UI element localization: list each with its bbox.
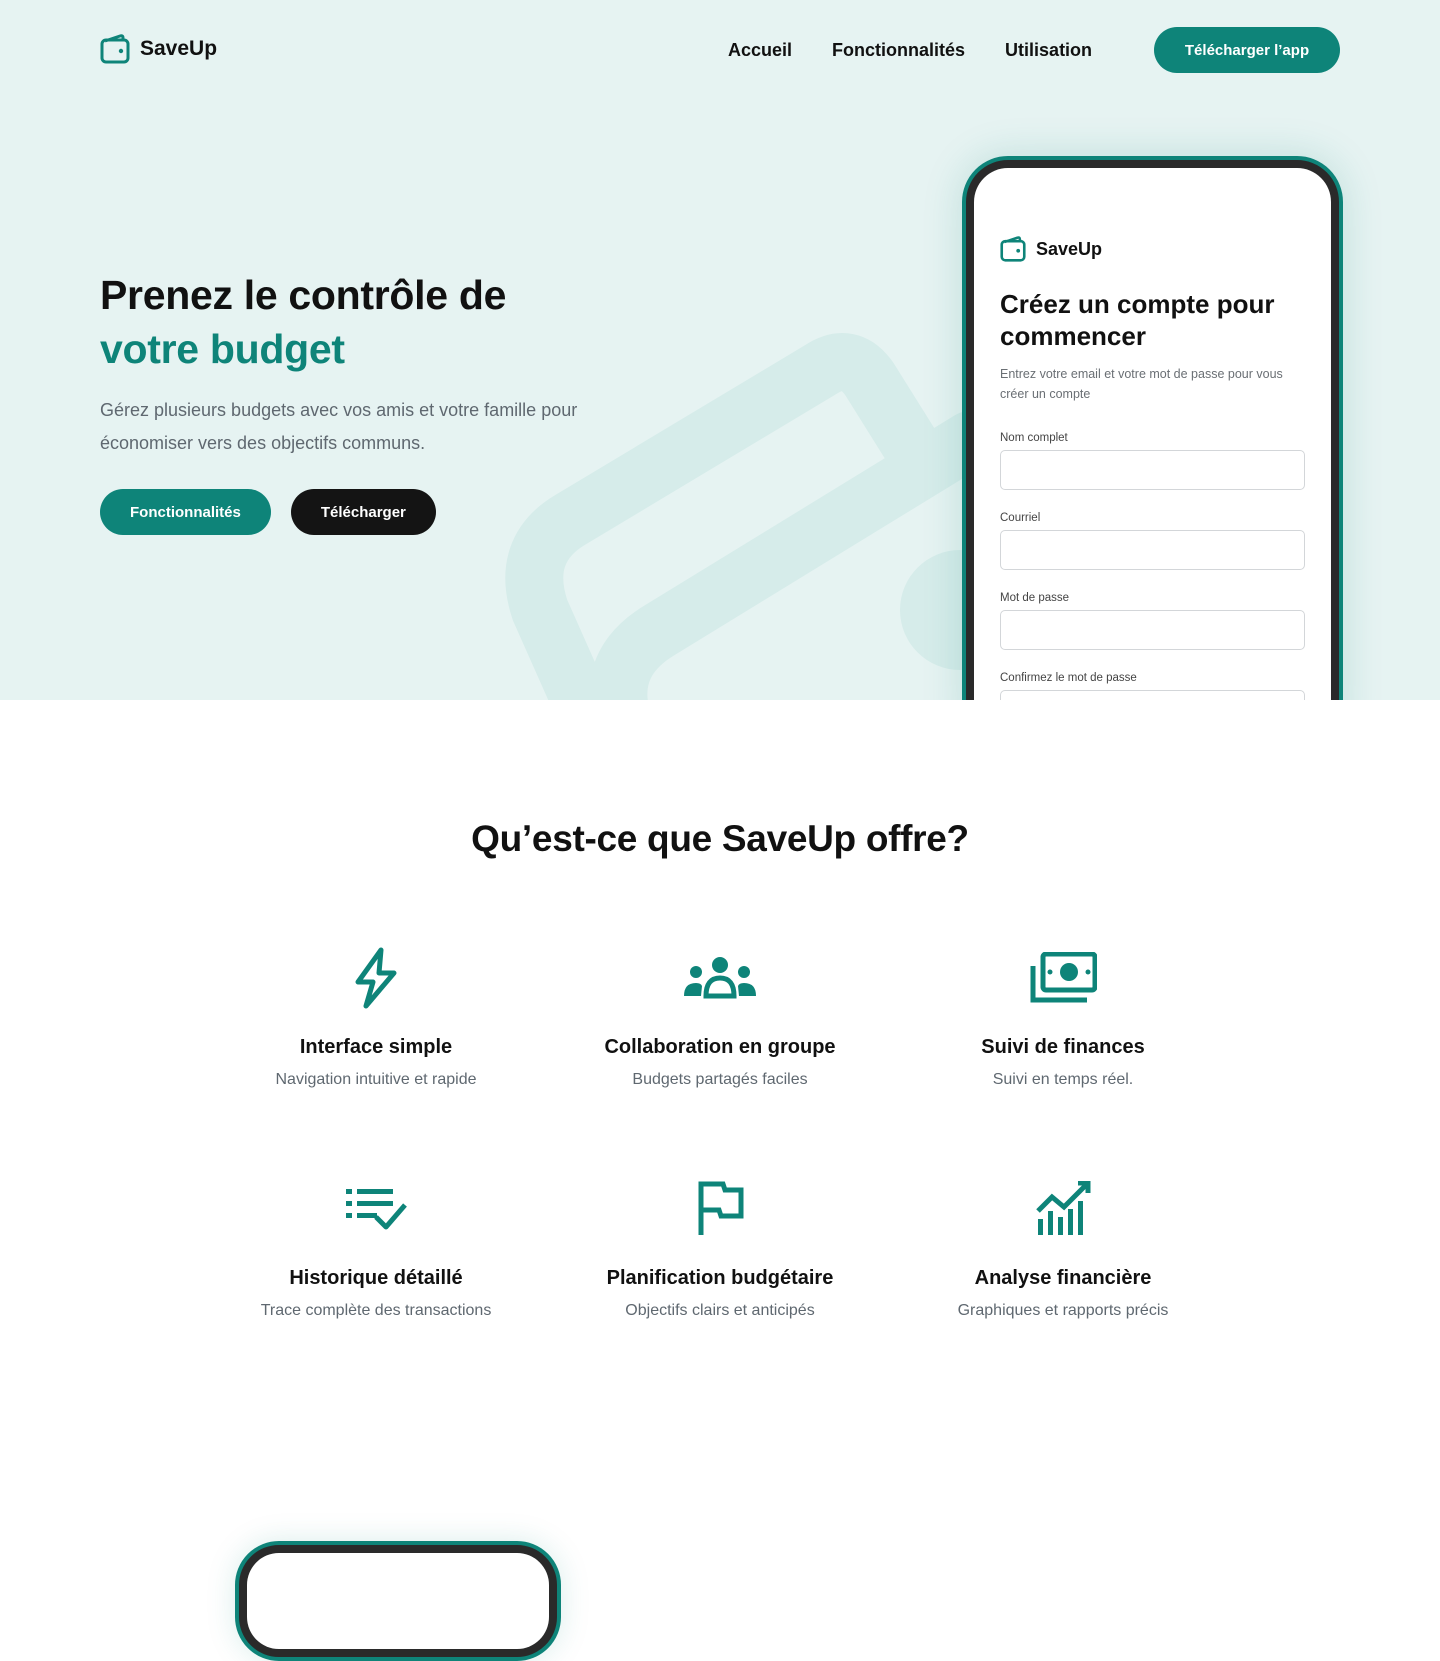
hero-buttons: Fonctionnalités Télécharger [100, 489, 436, 535]
signup-subtitle: Entrez votre email et votre mot de passe… [1000, 367, 1283, 401]
download-button[interactable]: Télécharger [290, 489, 436, 535]
hero-subtitle: Gérez plusieurs budgets avec vos amis et… [100, 400, 578, 453]
phone-screen [247, 1553, 549, 1649]
checklist-icon [346, 1189, 407, 1230]
feature-card: Analyse financière Graphiques et rapport… [893, 1177, 1233, 1320]
fullname-label: Nom complet [1000, 432, 1068, 444]
feature-title: Historique détaillé [289, 1267, 463, 1289]
feature-desc: Navigation intuitive et rapide [275, 1071, 477, 1088]
signup-title: Créez un compte pour commencer [1000, 289, 1275, 351]
nav-links: Accueil Fonctionnalités Utilisation [728, 40, 1092, 61]
phone-mockup-bottom [235, 1541, 561, 1661]
password-field[interactable] [1000, 610, 1305, 650]
hero-section: SaveUp Accueil Fonctionnalités Utilisati… [0, 0, 1440, 700]
feature-card: Interface simple Navigation intuitive et… [206, 946, 546, 1089]
money-icon [1030, 952, 1097, 1003]
feature-card: Collaboration en groupe Budgets partagés… [550, 946, 890, 1089]
email-field[interactable] [1000, 530, 1305, 570]
hero-title-line1: Prenez le contrôle de [100, 272, 507, 318]
phone-screen: SaveUp Créez un compte pour commencer En… [974, 168, 1331, 700]
lightning-icon [355, 947, 397, 1009]
phone-logo-text: SaveUp [1036, 238, 1103, 259]
password-label: Mot de passe [1000, 592, 1070, 604]
wallet-icon [1000, 236, 1026, 262]
email-label: Courriel [1000, 512, 1041, 524]
feature-card: Suivi de finances Suivi en temps réel. [893, 946, 1233, 1089]
feature-desc: Objectifs clairs et anticipés [625, 1302, 815, 1319]
top-nav: SaveUp Accueil Fonctionnalités Utilisati… [100, 26, 1340, 74]
feature-title: Interface simple [299, 1036, 453, 1058]
confirm-password-field[interactable] [1000, 690, 1305, 700]
feature-desc: Budgets partagés faciles [632, 1071, 808, 1088]
hero-title-line2: votre budget [100, 326, 345, 372]
feature-title: Suivi de finances [981, 1036, 1145, 1058]
nav-link-fonctionnalites[interactable]: Fonctionnalités [832, 40, 965, 61]
features-title: Qu’est-ce que SaveUp offre? [471, 818, 969, 859]
feature-title: Planification budgétaire [606, 1267, 834, 1289]
features-button[interactable]: Fonctionnalités [100, 489, 271, 535]
feature-desc: Graphiques et rapports précis [957, 1302, 1169, 1319]
feature-title: Analyse financière [974, 1267, 1152, 1289]
phone-mockup: SaveUp Créez un compte pour commencer En… [962, 156, 1343, 700]
logo[interactable]: SaveUp [100, 34, 217, 64]
hero-title: Prenez le contrôle de votre budget [100, 268, 506, 376]
feature-card: Historique détaillé Trace complète des t… [206, 1177, 546, 1320]
download-app-button[interactable]: Télécharger l’app [1154, 27, 1340, 73]
confirm-password-label: Confirmez le mot de passe [1000, 672, 1137, 684]
feature-title: Collaboration en groupe [604, 1036, 836, 1058]
group-icon [684, 957, 756, 999]
logo-text: SaveUp [140, 37, 218, 60]
flag-icon [698, 1181, 744, 1235]
chart-icon [1036, 1181, 1091, 1235]
feature-desc: Trace complète des transactions [260, 1302, 492, 1319]
feature-desc: Suivi en temps réel. [992, 1071, 1134, 1088]
nav-link-utilisation[interactable]: Utilisation [1005, 40, 1092, 61]
wallet-icon [100, 34, 130, 64]
wallet-watermark-icon [505, 333, 1020, 700]
fullname-field[interactable] [1000, 450, 1305, 490]
feature-card: Planification budgétaire Objectifs clair… [550, 1177, 890, 1320]
phone-logo: SaveUp [1000, 236, 1305, 262]
nav-link-accueil[interactable]: Accueil [728, 40, 792, 61]
